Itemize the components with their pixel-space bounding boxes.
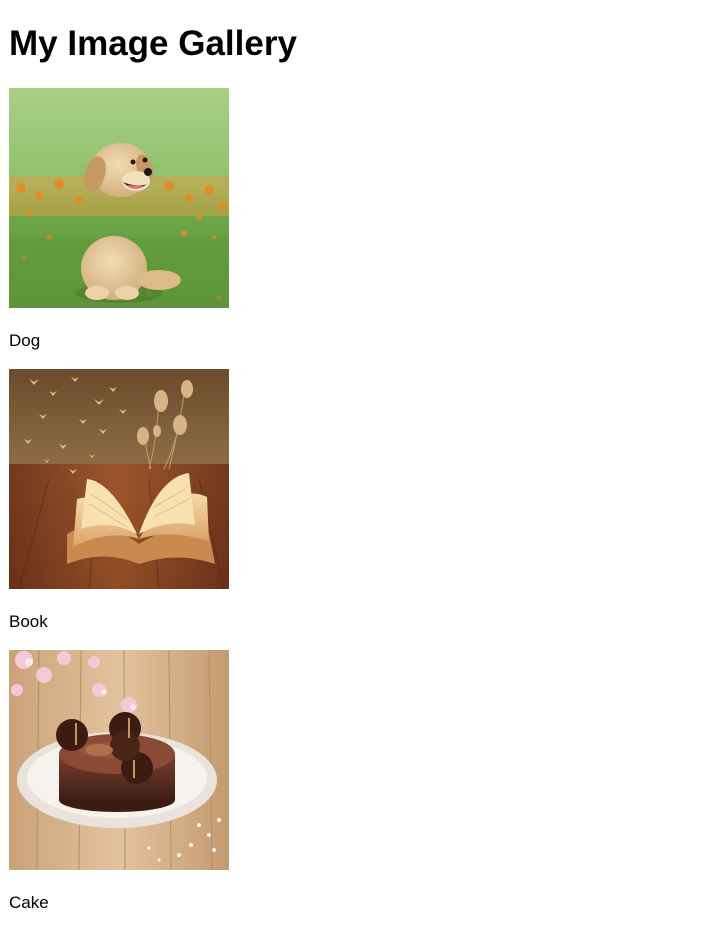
cake-image xyxy=(9,650,229,870)
page-title: My Image Gallery xyxy=(9,24,297,63)
image-caption: Book xyxy=(9,612,48,631)
book-image xyxy=(9,369,229,589)
dog-image xyxy=(9,88,229,308)
image-caption: Dog xyxy=(9,331,41,350)
image-caption: Cake xyxy=(9,893,49,912)
gallery-item-cake: Cake xyxy=(9,650,230,912)
gallery-item-dog: Dog xyxy=(9,88,230,350)
gallery-item-book: Book xyxy=(9,369,230,631)
